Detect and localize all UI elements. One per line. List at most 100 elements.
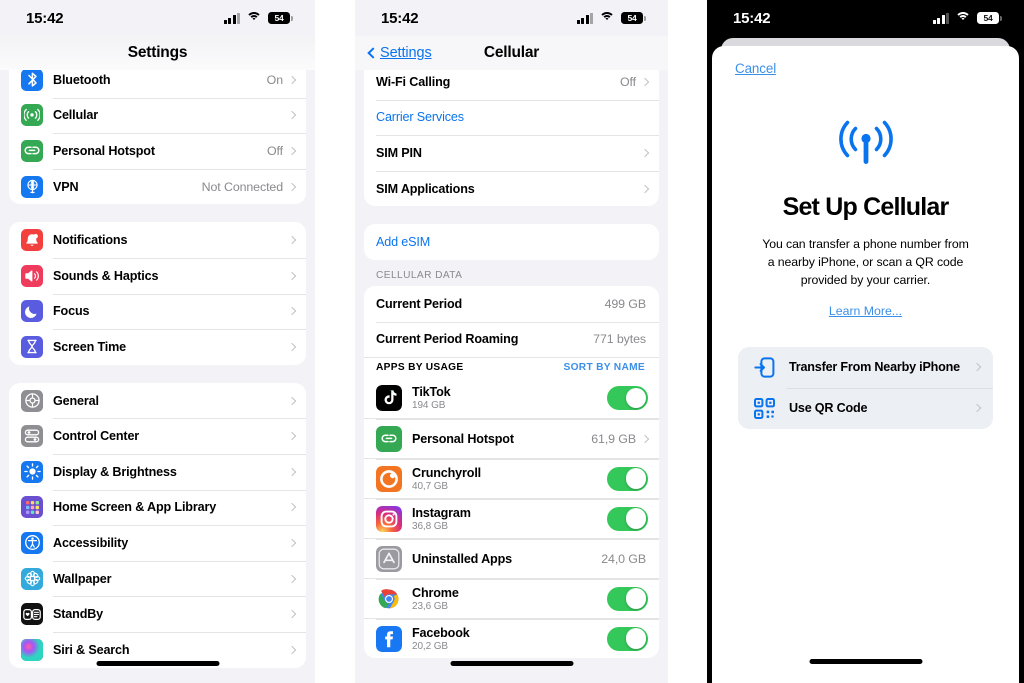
settings-row-cellular[interactable]: Cellular (9, 97, 306, 134)
app-cellular-toggle[interactable] (607, 466, 648, 491)
page-title: Cellular (483, 44, 540, 61)
phone-panel-setup-cellular: 15:42 54 Cancel Set Up Cellular You can … (707, 0, 1024, 683)
settings-row-display-brightness[interactable]: Display & Brightness (9, 453, 306, 490)
settings-row-accessibility[interactable]: Accessibility (9, 525, 306, 561)
setup-cellular-sheet: Cancel Set Up Cellular You can transfer … (712, 46, 1019, 683)
cellular-data-group: Current Period 499 GB Current Period Roami… (364, 285, 659, 659)
app-usage-row[interactable]: Chrome 23,6 GB (364, 578, 659, 618)
cancel-button[interactable]: Cancel (735, 61, 776, 76)
settings-row-value: On (266, 72, 283, 87)
battery-percent: 54 (627, 12, 637, 23)
app-data-value: 24,0 GB (601, 551, 646, 566)
app-data-size: 194 GB (412, 400, 446, 412)
settings-row-label: StandBy (53, 607, 104, 622)
standby-icon (21, 603, 43, 626)
panel-gap (315, 0, 355, 683)
settings-row-standby[interactable]: StandBy (9, 596, 306, 632)
settings-row-wallpaper[interactable]: Wallpaper (9, 560, 306, 597)
cellular-bars-icon (932, 12, 949, 24)
settings-row-label: Screen Time (53, 339, 127, 354)
chevron-right-icon (640, 184, 650, 193)
settings-row-focus[interactable]: Focus (9, 293, 306, 330)
settings-row-label: Display & Brightness (53, 464, 177, 479)
app-data-size: 36,8 GB (412, 520, 448, 532)
setup-option-label: Transfer From Nearby iPhone (789, 360, 960, 375)
cellular-data-row-current-period-roaming: Current Period Roaming 771 bytes (364, 321, 659, 358)
cellular-bars-icon (576, 12, 593, 24)
chevron-right-icon (640, 77, 650, 87)
cellular-data-value: 499 GB (604, 296, 647, 311)
app-usage-row[interactable]: TikTok 194 GB (364, 378, 659, 418)
setup-option-transfer-from-nearby-iphone[interactable]: Transfer From Nearby iPhone (738, 347, 993, 388)
cellular-row-label: Carrier Services (376, 110, 464, 125)
learn-more-link[interactable]: Learn More... (829, 304, 902, 318)
sort-by-name-button[interactable]: SORT BY NAME (563, 362, 645, 373)
home-indicator (450, 661, 573, 666)
chrome-icon (376, 585, 402, 612)
panel-gap (668, 0, 707, 683)
brightness-icon (21, 460, 43, 483)
cellular-row-label: SIM Applications (376, 181, 475, 196)
settings-row-home-screen-app-library[interactable]: Home Screen & App Library (9, 489, 306, 526)
cellular-bars-icon (223, 12, 240, 24)
settings-row-label: VPN (53, 179, 79, 194)
settings-scroll-area[interactable]: Bluetooth On Cellular Personal Hotspot Off VP… (0, 70, 315, 683)
chevron-right-icon (287, 75, 297, 85)
cellular-row-value: Off (620, 74, 636, 89)
app-data-size: 20,2 GB (412, 640, 448, 652)
chevron-right-icon (287, 342, 297, 352)
setup-option-use-qr-code[interactable]: Use QR Code (738, 387, 993, 429)
sheet-content: Set Up Cellular You can transfer a phone… (712, 104, 1019, 683)
app-usage-row[interactable]: Crunchyroll 40,7 GB (364, 458, 659, 498)
settings-row-control-center[interactable]: Control Center (9, 418, 306, 454)
apps-by-usage-label: APPS BY USAGE (376, 362, 464, 374)
app-usage-text: Instagram 36,8 GB (412, 506, 607, 532)
cellular-row-carrier-services[interactable]: Carrier Services (364, 99, 659, 136)
home-screen-grid-icon (21, 496, 43, 519)
setup-option-label: Use QR Code (789, 401, 868, 416)
cellular-row-sim-pin[interactable]: SIM PIN (364, 135, 659, 171)
cellular-row-sim-applications[interactable]: SIM Applications (364, 170, 659, 207)
app-usage-row[interactable]: Facebook 20,2 GB (364, 618, 659, 658)
app-cellular-toggle[interactable] (607, 586, 648, 611)
settings-row-personal-hotspot[interactable]: Personal Hotspot Off (9, 133, 306, 169)
settings-row-label: Wallpaper (53, 571, 112, 586)
back-button[interactable]: Settings (367, 45, 432, 61)
app-usage-row[interactable]: Instagram 36,8 GB (364, 498, 659, 538)
cellular-group-add-esim: Add eSIM (364, 224, 659, 260)
app-usage-row[interactable]: Personal Hotspot 61,9 GB (364, 418, 659, 458)
apps-by-usage-header: APPS BY USAGE SORT BY NAME (364, 357, 659, 378)
bluetooth-icon (21, 70, 43, 91)
status-bar-indicators: 54 (576, 11, 646, 25)
phone-panel-cellular: 15:42 54 Settings Cellular Wi-Fi Calling… (355, 0, 668, 683)
battery-icon: 54 (977, 11, 1002, 25)
settings-row-label: General (53, 393, 99, 408)
control-center-icon (21, 425, 43, 448)
app-cellular-toggle[interactable] (607, 386, 648, 411)
cellular-row-add-esim[interactable]: Add eSIM (364, 224, 659, 260)
hourglass-icon (21, 335, 43, 358)
app-usage-row[interactable]: Uninstalled Apps 24,0 GB (364, 538, 659, 578)
settings-row-screen-time[interactable]: Screen Time (9, 329, 306, 365)
transfer-iphone-icon (752, 356, 777, 379)
settings-row-vpn[interactable]: VPN Not Connected (9, 168, 306, 205)
status-bar-time: 15:42 (26, 9, 64, 27)
cellular-row-wi-fi-calling[interactable]: Wi-Fi Calling Off (364, 70, 659, 100)
chevron-right-icon (287, 111, 297, 120)
home-indicator (96, 661, 219, 666)
setup-options-group: Transfer From Nearby iPhone Use QR Code (738, 346, 993, 429)
battery-percent: 54 (983, 12, 993, 23)
app-cellular-toggle[interactable] (607, 626, 648, 651)
siri-icon (21, 638, 43, 661)
cellular-data-value: 771 bytes (593, 332, 646, 347)
settings-row-general[interactable]: General (9, 383, 306, 419)
settings-row-notifications[interactable]: Notifications (9, 222, 306, 258)
app-cellular-toggle[interactable] (607, 506, 648, 531)
app-store-icon (376, 545, 402, 572)
accessibility-icon (21, 531, 43, 554)
settings-row-sounds-haptics[interactable]: Sounds & Haptics (9, 257, 306, 294)
cellular-scroll-area[interactable]: Wi-Fi Calling Off Carrier Services SIM PIN S… (355, 70, 668, 683)
settings-row-bluetooth[interactable]: Bluetooth On (9, 70, 306, 98)
app-name: TikTok (412, 385, 451, 400)
apps-by-usage-list: TikTok 194 GB Personal Hotspot 61,9 GB Crunc… (364, 378, 659, 658)
